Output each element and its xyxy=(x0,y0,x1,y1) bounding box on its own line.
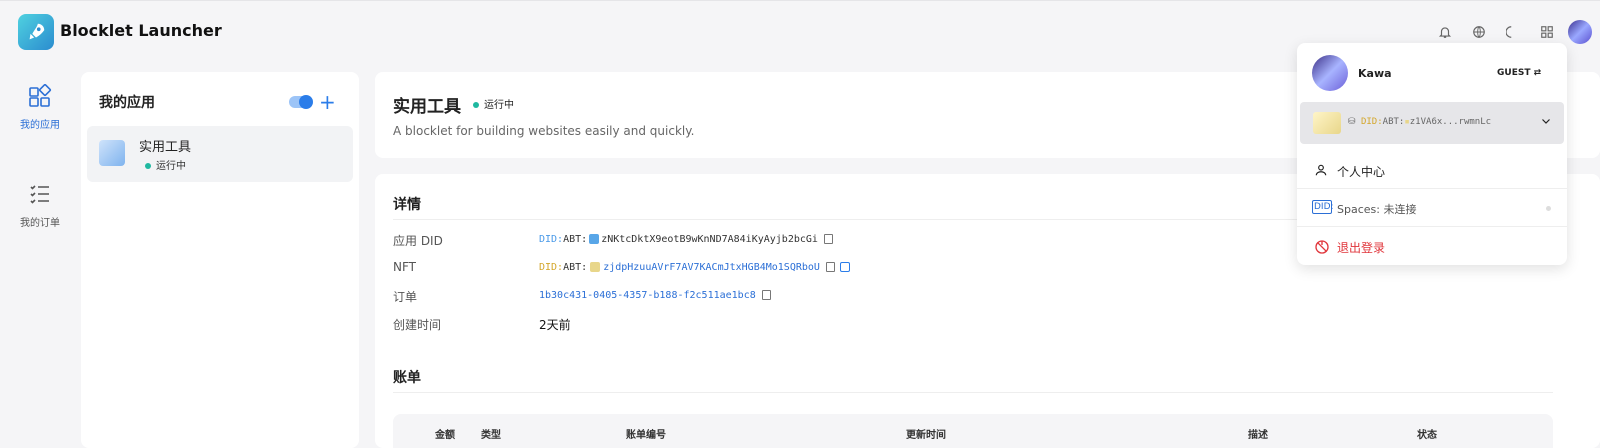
app-name: 实用工具 xyxy=(139,140,192,155)
rocket-icon xyxy=(29,23,45,40)
nav-label: 我的订单 xyxy=(20,218,60,229)
app-status: 运行中 xyxy=(145,157,186,172)
divider xyxy=(1297,188,1567,189)
nft-value[interactable]: DID:ABT: zjdpHzuuAVrF7AV7KACmJtxHGB4Mo1SQ… xyxy=(539,262,850,273)
switch-icon: ⇄ xyxy=(1533,68,1542,78)
nft-label: NFT xyxy=(393,260,416,274)
app-list-item[interactable]: 实用工具 运行中 xyxy=(87,126,353,182)
app-title: 实用工具 xyxy=(393,97,461,117)
copy-icon[interactable] xyxy=(823,234,833,244)
menu-item-logout[interactable]: 退出登录 xyxy=(1297,228,1567,264)
nav-item-my-orders[interactable]: 我的订单 xyxy=(0,180,80,229)
status-dot xyxy=(1546,206,1551,211)
column-bill-number[interactable]: 账单编号 xyxy=(626,426,666,441)
order-value[interactable]: 1b30c431-0405-4357-b188-f2c511ae1bc8 xyxy=(539,290,771,301)
did-avatar-icon xyxy=(589,234,600,244)
logout-icon xyxy=(1314,239,1329,254)
copy-icon[interactable] xyxy=(761,290,771,300)
bill-title: 账单 xyxy=(393,370,421,386)
wallet-icon: ⛁ xyxy=(1348,117,1361,127)
copy-icon[interactable] xyxy=(825,262,835,272)
created-label: 创建时间 xyxy=(393,318,442,332)
app-icon xyxy=(99,140,125,166)
external-link-icon[interactable] xyxy=(839,262,850,272)
user-icon xyxy=(1314,163,1328,177)
divider xyxy=(1297,226,1567,227)
nav-label: 我的应用 xyxy=(20,120,60,131)
order-label: 订单 xyxy=(393,290,418,304)
my-apps-panel: 我的应用 + 实用工具 运行中 xyxy=(81,72,359,448)
bill-table-header: 金额 类型 账单编号 更新时间 描述 状态 xyxy=(393,414,1553,448)
view-toggle[interactable] xyxy=(289,95,313,109)
nft-avatar-icon xyxy=(590,262,601,272)
chevron-down-icon[interactable] xyxy=(1540,115,1552,130)
app-description: A blocklet for building websites easily … xyxy=(393,124,695,138)
brand-title: Blocklet Launcher xyxy=(60,21,222,40)
switch-role-button[interactable]: GUEST ⇄ xyxy=(1497,68,1541,78)
apps-icon xyxy=(26,82,54,110)
did-spaces-icon: DID: xyxy=(1312,200,1334,214)
user-name: Kawa xyxy=(1358,67,1392,80)
column-amount[interactable]: 金额 xyxy=(435,426,455,441)
grid-apps-icon[interactable] xyxy=(1530,19,1564,45)
menu-item-spaces[interactable]: DID: Spaces: 未连接 xyxy=(1297,190,1567,226)
top-actions xyxy=(1428,19,1600,45)
column-updated-time[interactable]: 更新时间 xyxy=(906,426,946,441)
divider xyxy=(393,392,1553,393)
apps-panel-title: 我的应用 xyxy=(99,95,155,111)
details-title: 详情 xyxy=(393,197,421,213)
column-type[interactable]: 类型 xyxy=(481,426,501,441)
bell-icon[interactable] xyxy=(1428,19,1462,45)
moon-icon[interactable] xyxy=(1496,19,1530,45)
status-dot xyxy=(145,163,151,169)
user-avatar[interactable] xyxy=(1568,20,1592,44)
app-did-label: 应用 DID xyxy=(393,234,443,248)
nav-item-my-apps[interactable]: 我的应用 xyxy=(0,82,80,131)
user-avatar-large xyxy=(1312,55,1348,91)
did-address: ⛁ DID:ABT:▪z1VA6x...rwmnLc xyxy=(1348,117,1492,127)
app-logo[interactable] xyxy=(18,14,54,50)
app-did-value: DID:ABT: zNKtcDktX9eotB9wKnND7A84iKyAyjb2… xyxy=(539,234,833,245)
created-value: 2天前 xyxy=(539,318,571,332)
column-status[interactable]: 状态 xyxy=(1417,426,1437,441)
did-avatar xyxy=(1313,112,1341,134)
did-account-selector[interactable]: ⛁ DID:ABT:▪z1VA6x...rwmnLc xyxy=(1300,102,1564,144)
add-app-button[interactable]: + xyxy=(319,90,336,114)
status-badge: 运行中 xyxy=(473,96,514,111)
menu-item-profile[interactable]: 个人中心 xyxy=(1297,152,1567,188)
column-description[interactable]: 描述 xyxy=(1248,426,1268,441)
globe-icon[interactable] xyxy=(1462,19,1496,45)
user-menu-dropdown: Kawa GUEST ⇄ ⛁ DID:ABT:▪z1VA6x...rwmnLc … xyxy=(1297,43,1567,265)
orders-list-icon xyxy=(26,180,54,208)
